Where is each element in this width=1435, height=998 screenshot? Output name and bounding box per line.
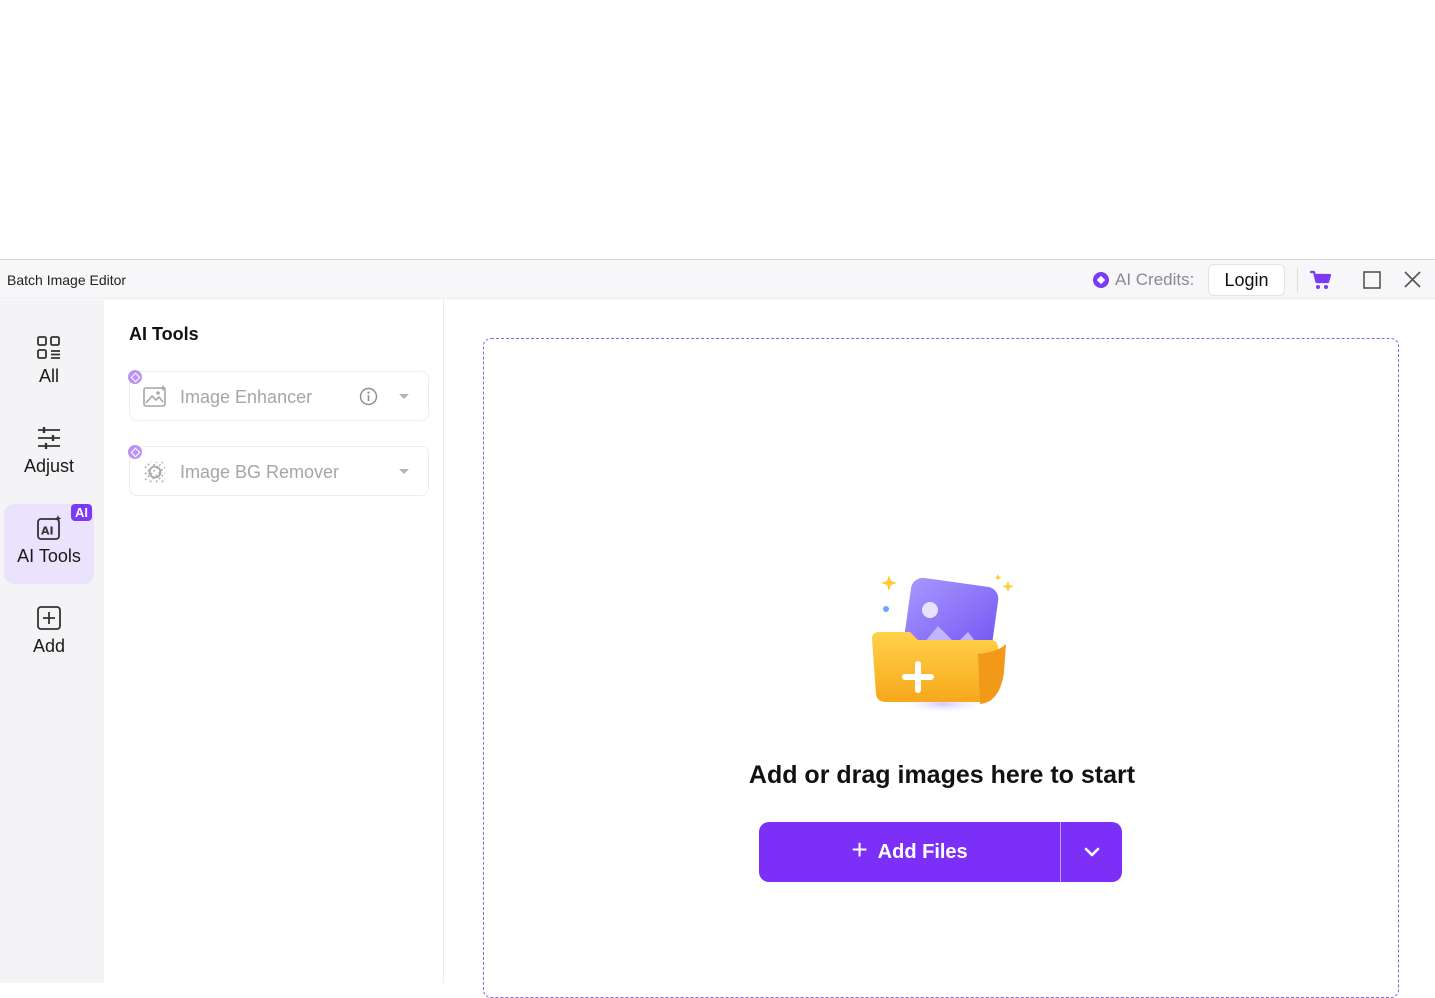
drop-zone[interactable]: Add or drag images here to start + Add F…: [483, 338, 1399, 998]
tools-panel: AI Tools Image Enhancer Image BG Remover: [104, 300, 444, 983]
close-icon[interactable]: [1403, 270, 1422, 289]
plus-square-icon: [37, 606, 61, 630]
panel-title: AI Tools: [129, 324, 199, 344]
split-divider: [1060, 822, 1061, 882]
add-files-button[interactable]: + Add Files: [759, 822, 1060, 882]
folder-image-illustration-icon: [872, 574, 1014, 714]
app-window: Batch Image Editor AI Credits: Login All…: [0, 259, 1435, 998]
tool-label: Image BG Remover: [180, 462, 340, 482]
rail-item-add[interactable]: Add: [4, 594, 94, 674]
rail-item-all[interactable]: All: [4, 324, 94, 404]
rail-item-label: All: [38, 366, 59, 386]
chevron-down-icon[interactable]: [398, 393, 410, 401]
info-icon[interactable]: [359, 387, 378, 406]
title-bar: Batch Image Editor AI Credits: Login: [0, 260, 1435, 299]
ai-gem-icon: [128, 370, 142, 384]
tool-label: Image Enhancer: [180, 387, 313, 407]
maximize-icon[interactable]: [1362, 270, 1382, 290]
login-button[interactable]: Login: [1208, 264, 1285, 296]
add-files-label: Add Files: [877, 840, 968, 863]
ai-badge: AI: [71, 504, 92, 521]
desktop-background: [0, 0, 1435, 259]
plus-icon: +: [851, 834, 868, 865]
bg-remover-icon: [144, 461, 166, 483]
rail-item-ai-tools[interactable]: AI AI AI Tools: [4, 504, 94, 584]
add-files-split-button: + Add Files: [759, 822, 1122, 882]
chevron-down-icon[interactable]: [398, 468, 410, 476]
cart-icon[interactable]: [1309, 269, 1333, 291]
rail-item-label: Add: [32, 636, 66, 656]
credits-gem-icon: [1093, 272, 1109, 288]
ai-credits-label: AI Credits:: [1115, 270, 1195, 289]
ai-gem-icon: [128, 445, 142, 459]
app-title: Batch Image Editor: [7, 272, 127, 288]
image-enhancer-icon: [143, 385, 166, 407]
tool-image-enhancer[interactable]: Image Enhancer: [128, 370, 429, 421]
ai-credits: AI Credits:: [1093, 270, 1194, 290]
sliders-icon: [38, 427, 60, 449]
svg-text:AI: AI: [41, 525, 54, 538]
chevron-down-icon: [1084, 847, 1099, 857]
ai-tools-icon: AI: [37, 515, 62, 540]
tool-image-bg-remover[interactable]: Image BG Remover: [128, 445, 429, 496]
grid-list-icon: [37, 336, 60, 359]
drop-message: Add or drag images here to start: [748, 761, 1136, 789]
rail-item-label: AI Tools: [17, 546, 81, 566]
add-files-dropdown-button[interactable]: [1061, 822, 1122, 882]
left-rail: All Adjust AI AI AI Tools Add: [0, 300, 104, 983]
rail-item-label: Adjust: [23, 456, 75, 476]
titlebar-divider: [1297, 268, 1298, 292]
rail-item-adjust[interactable]: Adjust: [4, 414, 94, 494]
